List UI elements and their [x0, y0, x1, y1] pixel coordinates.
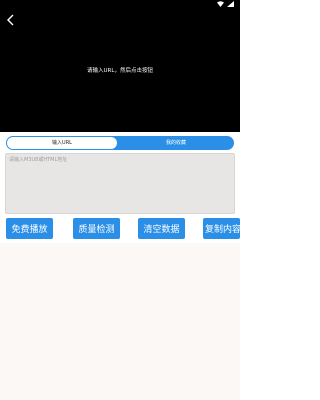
tab-my-favorites[interactable]: 我的收藏	[119, 137, 233, 149]
back-button[interactable]	[4, 13, 16, 27]
url-input[interactable]	[5, 153, 235, 214]
tab-input-url[interactable]: 输入URL	[7, 137, 117, 149]
copy-content-button[interactable]: 复制内容	[203, 218, 240, 239]
clear-data-button[interactable]: 清空数据	[138, 218, 185, 239]
signal-icon	[227, 1, 234, 7]
tab-bar: 输入URL 我的收藏	[6, 136, 234, 150]
content-area	[0, 243, 240, 400]
player-message: 请输入URL，然后点击按钮	[87, 68, 153, 74]
wifi-icon	[217, 1, 224, 7]
video-player[interactable]: 请输入URL，然后点击按钮	[0, 0, 240, 132]
free-play-button[interactable]: 免费播放	[6, 218, 53, 239]
quality-check-button[interactable]: 质量检测	[73, 218, 120, 239]
back-arrow-icon	[6, 11, 14, 30]
status-bar	[217, 0, 234, 8]
